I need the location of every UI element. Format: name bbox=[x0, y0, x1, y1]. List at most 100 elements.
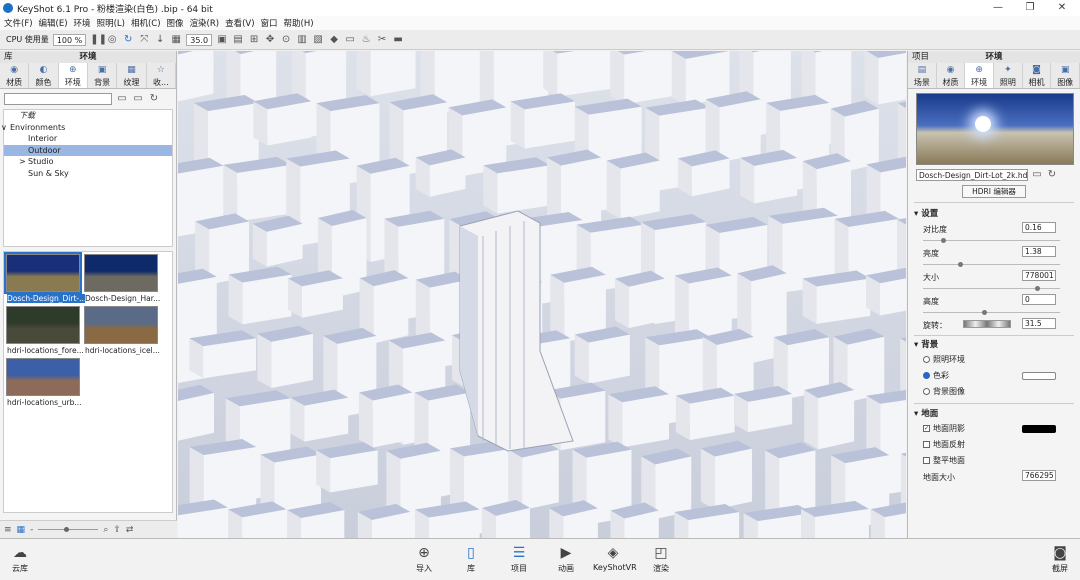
region-icon[interactable]: ▧ bbox=[312, 34, 324, 46]
import-button[interactable]: ⊕ 导入 bbox=[404, 543, 444, 574]
folder-open-icon[interactable]: ▭ bbox=[1031, 169, 1043, 181]
screenshot-button[interactable]: ◙ 截屏 bbox=[1040, 543, 1080, 574]
move-icon[interactable]: ✥ bbox=[264, 34, 276, 46]
thumbnail-size-slider[interactable] bbox=[38, 527, 99, 532]
background-color-swatch[interactable] bbox=[1022, 372, 1056, 380]
ground-section-header[interactable]: ▾ 地面 bbox=[908, 407, 1080, 421]
monitor-icon[interactable]: ▬ bbox=[392, 34, 404, 46]
tab-environments[interactable]: ⊕ 环境 bbox=[58, 63, 88, 88]
download-icon[interactable]: ↓ bbox=[154, 34, 166, 46]
menu-lighting[interactable]: 照明(L) bbox=[97, 17, 125, 29]
camera-lock-icon[interactable]: ▤ bbox=[232, 34, 244, 46]
render-button[interactable]: ◰ 渲染 bbox=[641, 543, 681, 574]
background-option[interactable]: 背景图像 bbox=[908, 384, 1080, 400]
tab-textures[interactable]: ▦ 纹理 bbox=[117, 63, 147, 88]
project-button[interactable]: ☰ 项目 bbox=[499, 543, 539, 574]
animation-button[interactable]: ▶ 动画 bbox=[546, 543, 586, 574]
tools-icon[interactable]: ✂ bbox=[376, 34, 388, 46]
tree-item[interactable]: Interior bbox=[4, 133, 172, 145]
teapot-icon[interactable]: ♨ bbox=[360, 34, 372, 46]
hdri-preview[interactable] bbox=[916, 93, 1074, 165]
ground-size-input[interactable]: 766295 bbox=[1022, 470, 1056, 481]
slider-knob[interactable] bbox=[958, 262, 964, 267]
tab-project-materials[interactable]: ◉ 材质 bbox=[937, 63, 966, 88]
tab-favorites[interactable]: ☆ 收... bbox=[147, 63, 176, 88]
pause-icon[interactable]: ❚❚ bbox=[90, 34, 107, 46]
setting-value-input[interactable]: 778001 bbox=[1022, 270, 1056, 281]
restore-button[interactable]: ❐ bbox=[1012, 0, 1048, 16]
menu-environment[interactable]: 环境 bbox=[74, 17, 91, 29]
slider-knob[interactable] bbox=[1035, 286, 1041, 291]
environment-thumbnail[interactable] bbox=[6, 306, 80, 344]
menu-window[interactable]: 窗口 bbox=[261, 17, 278, 29]
tree-item[interactable]: 下载 bbox=[4, 110, 172, 122]
checkbox-icon[interactable] bbox=[923, 457, 930, 464]
menu-render[interactable]: 渲染(R) bbox=[190, 17, 220, 29]
tree-item[interactable]: Outdoor bbox=[4, 144, 172, 156]
tab-camera[interactable]: ◙ 相机 bbox=[1023, 63, 1052, 88]
setting-value-input[interactable]: 0 bbox=[1022, 294, 1056, 305]
reload-icon[interactable]: ↻ bbox=[1046, 169, 1058, 181]
menu-edit[interactable]: 编辑(E) bbox=[39, 17, 68, 29]
list-view-icon[interactable]: ≡ bbox=[4, 525, 12, 535]
tab-backplates[interactable]: ▣ 背景 bbox=[88, 63, 118, 88]
slider-knob[interactable] bbox=[982, 310, 987, 315]
folder-add-icon[interactable]: ▭ bbox=[132, 93, 144, 105]
ground-option[interactable]: 地面反射 bbox=[908, 437, 1080, 453]
setting-value-input[interactable]: 0.16 bbox=[1022, 222, 1056, 233]
checkbox-icon[interactable] bbox=[923, 441, 930, 448]
environment-thumbnail[interactable] bbox=[84, 306, 158, 344]
radio-icon[interactable] bbox=[923, 356, 930, 363]
minimize-button[interactable]: — bbox=[980, 0, 1016, 16]
upload-icon[interactable]: ⇪ bbox=[113, 525, 121, 535]
keyshotvr-button[interactable]: ◈ KeyShotVR bbox=[593, 543, 637, 572]
shadow-color-swatch[interactable] bbox=[1022, 425, 1056, 433]
menu-camera[interactable]: 相机(C) bbox=[131, 17, 161, 29]
close-button[interactable]: ✕ bbox=[1044, 0, 1080, 16]
tab-project-environment[interactable]: ⊕ 环境 bbox=[965, 63, 995, 88]
setting-slider[interactable] bbox=[908, 237, 1080, 245]
perspective-icon[interactable]: ▦ bbox=[170, 34, 182, 46]
library-button[interactable]: ▯ 库 bbox=[451, 543, 491, 574]
setting-value-input[interactable]: 31.5 bbox=[1022, 318, 1056, 329]
checkbox-icon[interactable]: ✓ bbox=[923, 425, 930, 432]
environment-thumbnail[interactable] bbox=[6, 358, 80, 396]
settings-section-header[interactable]: ▾ 设置 bbox=[908, 207, 1080, 221]
tree-item[interactable]: > Studio bbox=[4, 156, 172, 168]
radio-icon[interactable] bbox=[923, 372, 930, 379]
search-input[interactable] bbox=[4, 93, 112, 105]
cloud-library-button[interactable]: ☁ 云库 bbox=[0, 543, 40, 574]
expander-icon[interactable]: > bbox=[19, 156, 26, 168]
grid-view-icon[interactable]: ▦ bbox=[17, 525, 26, 535]
shield-icon[interactable]: ◆ bbox=[328, 34, 340, 46]
environment-thumbnail[interactable] bbox=[4, 252, 82, 294]
ground-option[interactable]: 整平地面 bbox=[908, 453, 1080, 469]
environment-thumbnail[interactable] bbox=[84, 254, 158, 292]
env-file-field[interactable]: Dosch-Design_Dirt-Lot_2k.hdz bbox=[916, 169, 1028, 181]
setting-slider[interactable] bbox=[908, 285, 1080, 293]
tab-image[interactable]: ▣ 图像 bbox=[1051, 63, 1080, 88]
zoom-out-icon[interactable]: - bbox=[30, 525, 33, 535]
radio-icon[interactable] bbox=[923, 388, 930, 395]
tab-materials[interactable]: ◉ 材质 bbox=[0, 63, 30, 88]
menu-view[interactable]: 查看(V) bbox=[225, 17, 254, 29]
ground-option[interactable]: ✓ 地面阴影 bbox=[908, 421, 1080, 437]
performance-icon[interactable]: ◎ bbox=[106, 34, 118, 46]
swap-icon[interactable]: ⇄ bbox=[126, 525, 134, 535]
zoom-input[interactable]: 35.0 bbox=[186, 33, 213, 46]
menu-image[interactable]: 图像 bbox=[167, 17, 184, 29]
tab-scene[interactable]: ▤ 场景 bbox=[908, 63, 937, 88]
setting-value-input[interactable]: 1.38 bbox=[1022, 246, 1056, 257]
hdri-editor-button[interactable]: HDRI 编辑器 bbox=[962, 185, 1026, 198]
setting-slider[interactable] bbox=[908, 261, 1080, 269]
menu-help[interactable]: 帮助(H) bbox=[284, 17, 314, 29]
fit-icon[interactable]: ⤧ bbox=[138, 34, 150, 46]
slider-knob[interactable] bbox=[940, 238, 946, 243]
zoom-in-icon[interactable]: ⌕ bbox=[103, 525, 108, 535]
background-option[interactable]: 照明环境 bbox=[908, 352, 1080, 368]
target-icon[interactable]: ⊙ bbox=[280, 34, 292, 46]
background-option[interactable]: 色彩 bbox=[908, 368, 1080, 384]
menu-file[interactable]: 文件(F) bbox=[4, 17, 33, 29]
refresh-icon[interactable]: ↻ bbox=[122, 34, 134, 46]
tab-colors[interactable]: ◐ 颜色 bbox=[29, 63, 59, 88]
